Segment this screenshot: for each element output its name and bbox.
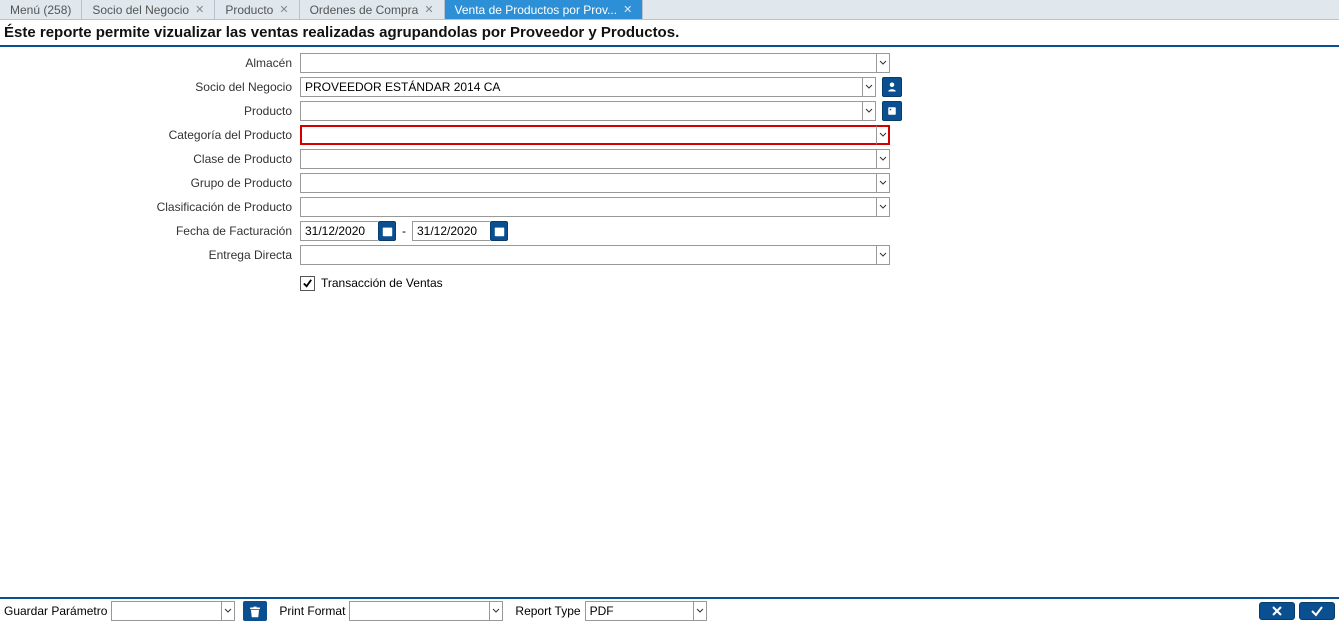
dropdown-icon[interactable] <box>876 197 890 217</box>
calendar-icon[interactable] <box>378 221 396 241</box>
input-guardar-parametro[interactable] <box>111 601 221 621</box>
label-producto: Producto <box>0 104 300 118</box>
input-grupo[interactable] <box>300 173 876 193</box>
close-icon[interactable]: ✕ <box>195 3 204 16</box>
label-report-type: Report Type <box>511 604 584 618</box>
input-socio[interactable] <box>300 77 862 97</box>
input-categoria[interactable] <box>300 125 876 145</box>
label-socio: Socio del Negocio <box>0 80 300 94</box>
combo-socio <box>300 77 876 97</box>
calendar-icon[interactable] <box>490 221 508 241</box>
input-almacen[interactable] <box>300 53 876 73</box>
label-almacen: Almacén <box>0 56 300 70</box>
report-description: Éste reporte permite vizualizar las vent… <box>0 20 1339 47</box>
label-transaccion-ventas: Transacción de Ventas <box>321 276 443 290</box>
lookup-socio-button[interactable] <box>882 77 902 97</box>
close-icon[interactable]: ✕ <box>623 3 632 16</box>
input-print-format[interactable] <box>349 601 489 621</box>
combo-producto <box>300 101 876 121</box>
tab-label: Producto <box>225 3 273 17</box>
label-grupo: Grupo de Producto <box>0 176 300 190</box>
delete-parameter-button[interactable] <box>243 601 267 621</box>
combo-clasificacion <box>300 197 890 217</box>
tab-label: Menú (258) <box>10 3 71 17</box>
label-clasificacion: Clasificación de Producto <box>0 200 300 214</box>
tab-bar: Menú (258) Socio del Negocio ✕ Producto … <box>0 0 1339 20</box>
dropdown-icon[interactable] <box>489 601 503 621</box>
combo-report-type <box>585 601 707 621</box>
cancel-button[interactable] <box>1259 602 1295 620</box>
footer-toolbar: Guardar Parámetro Print Format Report Ty… <box>0 597 1339 621</box>
tab-producto[interactable]: Producto ✕ <box>215 0 299 19</box>
label-fecha-facturacion: Fecha de Facturación <box>0 224 300 238</box>
combo-print-format <box>349 601 503 621</box>
label-guardar-parametro: Guardar Parámetro <box>0 604 111 618</box>
input-clasificacion[interactable] <box>300 197 876 217</box>
combo-grupo <box>300 173 890 193</box>
tab-menu[interactable]: Menú (258) <box>0 0 82 19</box>
combo-categoria <box>300 125 890 145</box>
checkbox-transaccion-ventas[interactable] <box>300 276 315 291</box>
dropdown-icon[interactable] <box>862 101 876 121</box>
combo-almacen <box>300 53 890 73</box>
combo-entrega <box>300 245 890 265</box>
date-range-separator: - <box>402 224 406 238</box>
input-entrega[interactable] <box>300 245 876 265</box>
input-fecha-from[interactable] <box>300 221 378 241</box>
dropdown-icon[interactable] <box>876 173 890 193</box>
close-icon[interactable]: ✕ <box>424 3 433 16</box>
label-entrega: Entrega Directa <box>0 248 300 262</box>
label-categoria: Categoría del Producto <box>0 128 300 142</box>
input-producto[interactable] <box>300 101 862 121</box>
dropdown-icon[interactable] <box>876 149 890 169</box>
tab-label: Socio del Negocio <box>92 3 189 17</box>
date-from <box>300 221 396 241</box>
input-clase[interactable] <box>300 149 876 169</box>
lookup-producto-button[interactable] <box>882 101 902 121</box>
combo-guardar-parametro <box>111 601 235 621</box>
combo-clase <box>300 149 890 169</box>
input-report-type[interactable] <box>585 601 693 621</box>
report-form: Almacén Socio del Negocio Produ <box>0 51 1339 295</box>
tab-label: Ordenes de Compra <box>310 3 419 17</box>
ok-button[interactable] <box>1299 602 1335 620</box>
dropdown-icon[interactable] <box>221 601 235 621</box>
dropdown-icon[interactable] <box>862 77 876 97</box>
dropdown-icon[interactable] <box>876 53 890 73</box>
date-to <box>412 221 508 241</box>
label-clase: Clase de Producto <box>0 152 300 166</box>
close-icon[interactable]: ✕ <box>279 3 288 16</box>
input-fecha-to[interactable] <box>412 221 490 241</box>
tab-venta-prov[interactable]: Venta de Productos por Prov... ✕ <box>445 0 644 19</box>
dropdown-icon[interactable] <box>876 125 890 145</box>
tab-socio[interactable]: Socio del Negocio ✕ <box>82 0 215 19</box>
dropdown-icon[interactable] <box>876 245 890 265</box>
tab-ordenes[interactable]: Ordenes de Compra ✕ <box>300 0 445 19</box>
label-print-format: Print Format <box>275 604 349 618</box>
tab-label: Venta de Productos por Prov... <box>455 3 618 17</box>
dropdown-icon[interactable] <box>693 601 707 621</box>
